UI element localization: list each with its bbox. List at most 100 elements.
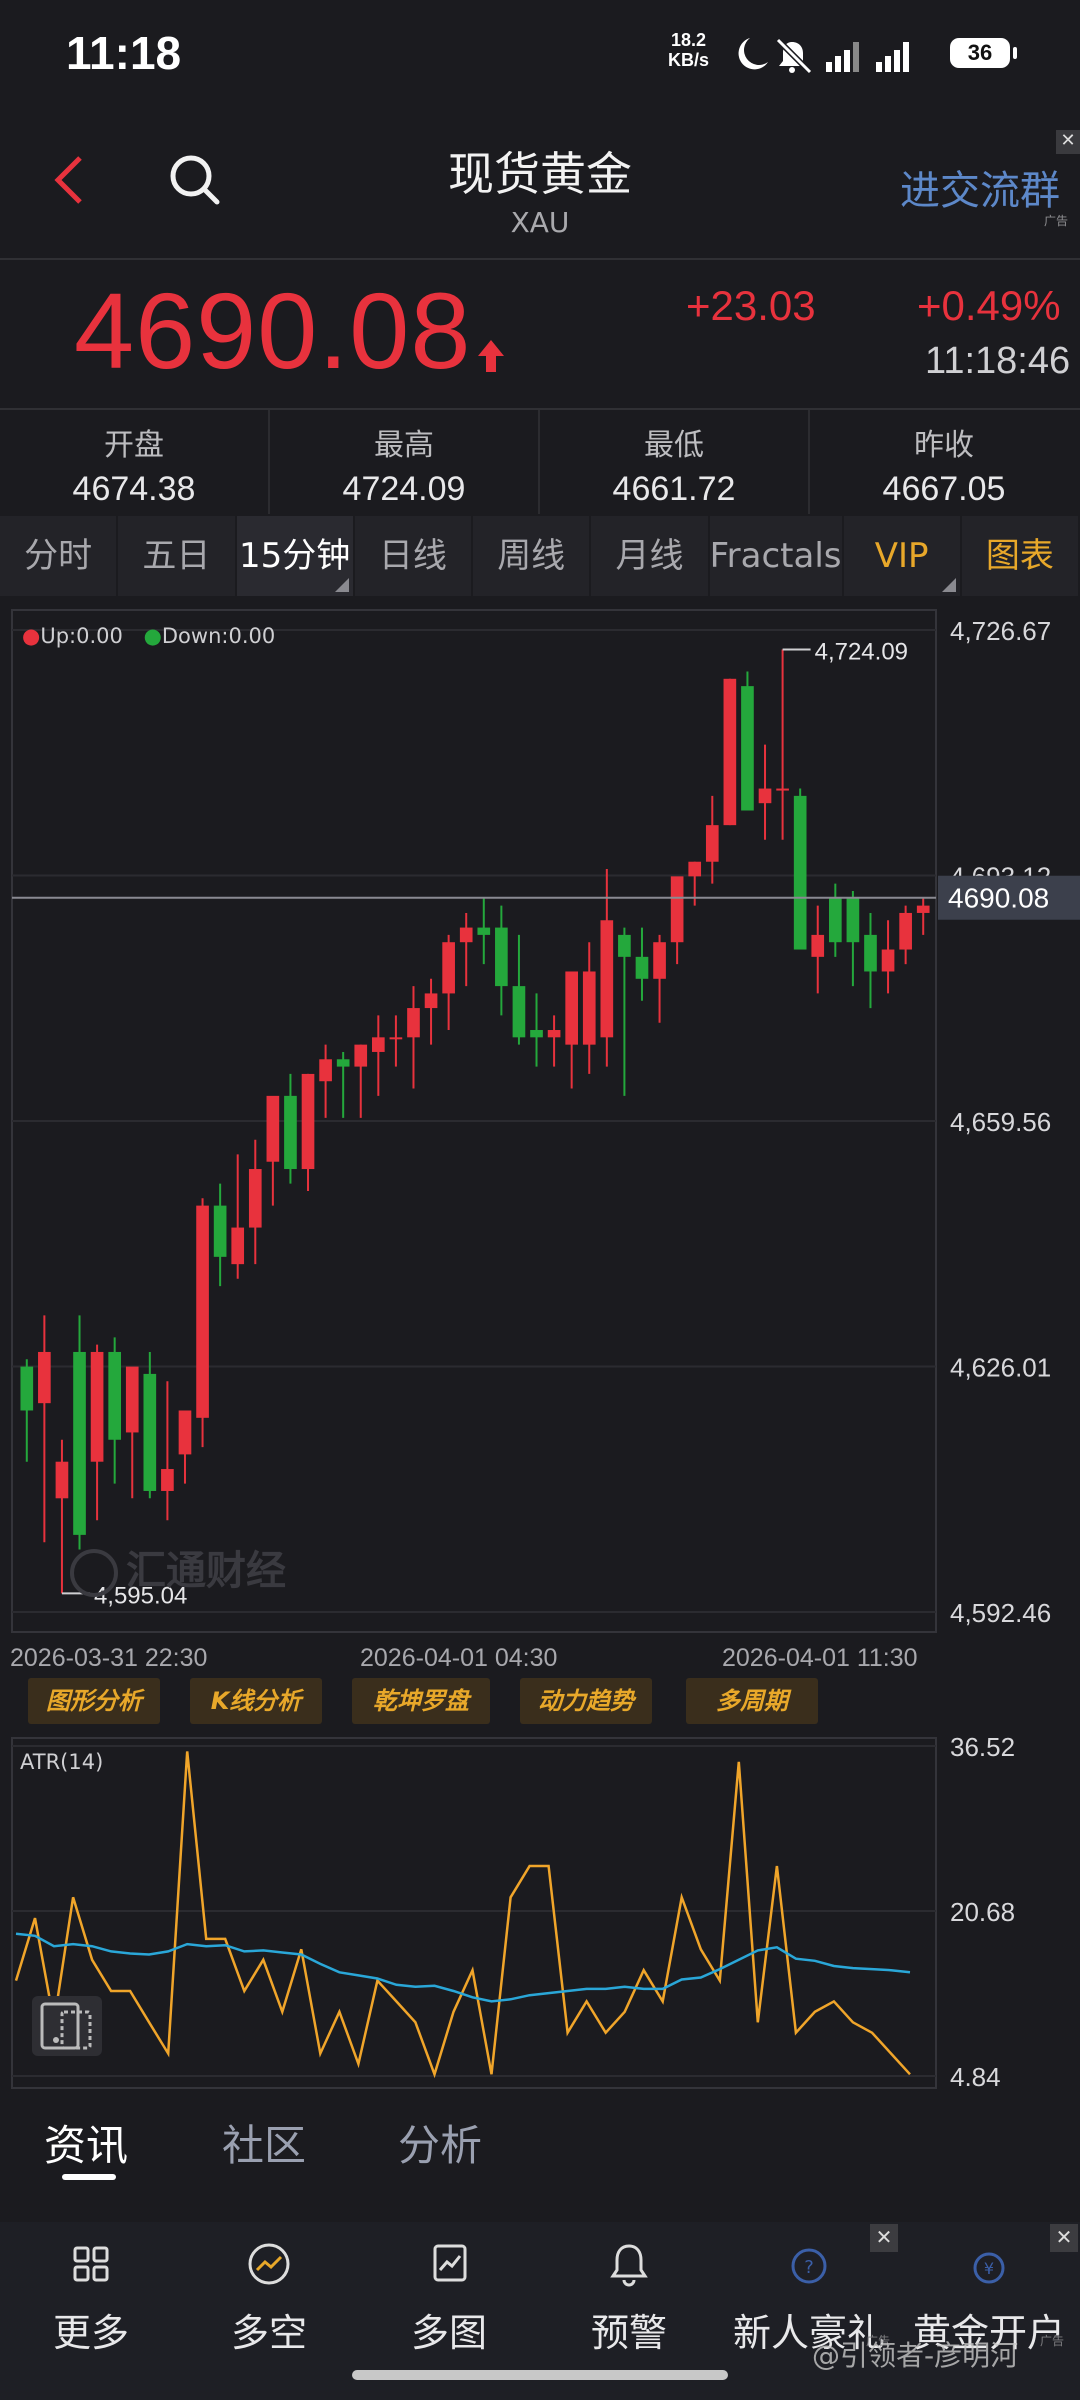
candle-body [319, 1059, 332, 1082]
tab-analysis[interactable]: 分析 [398, 2112, 482, 2173]
candle-body [635, 956, 649, 979]
candle-body [864, 934, 877, 972]
candle-body [828, 898, 842, 943]
fullscreen-icon[interactable] [32, 1996, 102, 2056]
logo-text: 汇通财经 [126, 1548, 286, 1594]
home-indicator[interactable] [352, 2370, 728, 2380]
candle-body [600, 920, 614, 1038]
svg-text:¥: ¥ [984, 2259, 994, 2278]
tab-daily[interactable]: 日线 [355, 516, 474, 596]
current-price: 4690.08 [74, 270, 472, 391]
y-tick-label: 4,626.01 [950, 1353, 1051, 1383]
stat-label: 开盘 [104, 428, 164, 463]
gold-icon: ¥ [973, 2252, 1005, 2284]
tab-community[interactable]: 社区 [222, 2112, 306, 2173]
candle-body [55, 1461, 69, 1499]
quote-time: 11:18:46 [925, 340, 1071, 382]
candle-body [20, 1366, 34, 1411]
candle-body [688, 861, 702, 877]
bell-icon [610, 2244, 648, 2287]
nav-long-short[interactable]: 多空 [180, 2236, 358, 2357]
tab-news[interactable]: 资讯 [44, 2112, 128, 2173]
nav-label: 多图 [410, 2311, 487, 2355]
atr-y-tick-label: 36.52 [950, 1734, 1015, 1762]
price-change-percent: +0.49% [917, 282, 1061, 329]
price-change: +23.03 [686, 282, 816, 329]
ad-close-icon[interactable]: ✕ [870, 2224, 898, 2252]
candle-body [705, 825, 719, 862]
atr-series-tr [14, 1751, 911, 2079]
candle-body [90, 1351, 104, 1462]
candle-body [301, 1073, 315, 1170]
nav-alert[interactable]: 预警 [540, 2236, 718, 2357]
nav-multi-chart[interactable]: 多图 [360, 2236, 538, 2357]
multi-chart-icon [433, 2244, 467, 2282]
candle-body [389, 1037, 403, 1040]
pattern-analysis-button[interactable]: 图形分析 [28, 1678, 160, 1724]
candle-body [793, 795, 807, 950]
tab-chart[interactable]: 图表 [962, 516, 1080, 596]
candle-body [371, 1037, 385, 1052]
stat-label: 最高 [374, 428, 434, 463]
up-dot-icon: ● [22, 624, 41, 648]
join-group-link[interactable]: 进交流群 [900, 158, 1060, 216]
moon-icon [738, 38, 768, 70]
ad-tag: 广告 [1044, 214, 1069, 228]
candle-body [407, 1008, 420, 1038]
x-tick-label: 2026-04-01 04:30 [360, 1644, 557, 1672]
ad-close-icon[interactable]: ✕ [1056, 130, 1080, 154]
network-speed: 18.2 KB/s [668, 30, 709, 70]
current-price-label: 4690.08 [948, 883, 1049, 914]
nav-label: 更多 [52, 2311, 129, 2355]
tab-vip-label: VIP [874, 536, 929, 576]
page-watermark: @引领者-彦明河 [812, 2339, 1019, 2372]
tab-fractals[interactable]: Fractals [710, 516, 844, 596]
candle-body [213, 1205, 227, 1257]
atr-y-tick-label: 4.84 [950, 2062, 1001, 2092]
chart-logo-watermark: 汇通财经 [70, 1538, 286, 1597]
nav-label: 多空 [230, 2311, 307, 2355]
status-bar: 11:18 18.2 KB/s 36 [0, 0, 1080, 110]
stat-open: 开盘 4674.38 [0, 410, 268, 514]
dropdown-corner-icon [334, 578, 349, 592]
momentum-trend-button[interactable]: 动力趋势 [520, 1678, 652, 1724]
candle-body [442, 942, 455, 994]
tab-weekly[interactable]: 周线 [473, 516, 592, 596]
battery-icon: 36 [950, 38, 1017, 68]
candle-body [495, 927, 508, 987]
candle-body [161, 1469, 174, 1491]
candle-body [266, 1095, 280, 1162]
ad-close-icon[interactable]: ✕ [1050, 2224, 1078, 2252]
candle-body [512, 986, 526, 1038]
candle-body [741, 686, 754, 811]
candle-body [424, 993, 438, 1009]
atr-chart[interactable]: 36.52 20.68 4.84 [0, 1734, 1080, 2094]
legend-down: Down:0.00 [161, 624, 276, 648]
tab-15min[interactable]: 15分钟 [236, 516, 355, 596]
network-speed-unit: KB/s [668, 50, 710, 70]
tab-vip[interactable]: VIP [844, 516, 962, 596]
atr-y-tick-label: 20.68 [950, 1897, 1015, 1927]
dropdown-corner-icon [941, 578, 956, 592]
multi-period-button[interactable]: 多周期 [686, 1678, 818, 1724]
candle-body [618, 934, 631, 957]
candle-body [178, 1410, 192, 1455]
stat-value: 4674.38 [72, 470, 196, 508]
stat-label: 昨收 [914, 428, 974, 463]
candle-body [125, 1366, 139, 1433]
compass-button[interactable]: 乾坤罗盘 [352, 1678, 490, 1724]
ad-tag: 广告 [1040, 2334, 1065, 2348]
mute-icon [775, 37, 813, 75]
candle-body [38, 1351, 51, 1404]
kline-analysis-button[interactable]: K线分析 [190, 1678, 322, 1724]
candle-body [582, 971, 596, 1045]
tab-monthly[interactable]: 月线 [591, 516, 710, 596]
candle-body [811, 934, 825, 957]
candlestick-chart[interactable]: 4,726.674,693.124,659.564,626.014,592.46… [0, 598, 1080, 1688]
nav-more[interactable]: 更多 [2, 2236, 180, 2357]
tab-intraday[interactable]: 分时 [0, 516, 119, 596]
tab-five-day[interactable]: 五日 [118, 516, 237, 596]
period-tabs: 分时 五日 15分钟 日线 周线 月线 Fractals VIP 图表 [0, 516, 1080, 596]
atr-title: ATR(14) [20, 1750, 104, 1774]
y-tick-label: 4,726.67 [950, 616, 1051, 646]
